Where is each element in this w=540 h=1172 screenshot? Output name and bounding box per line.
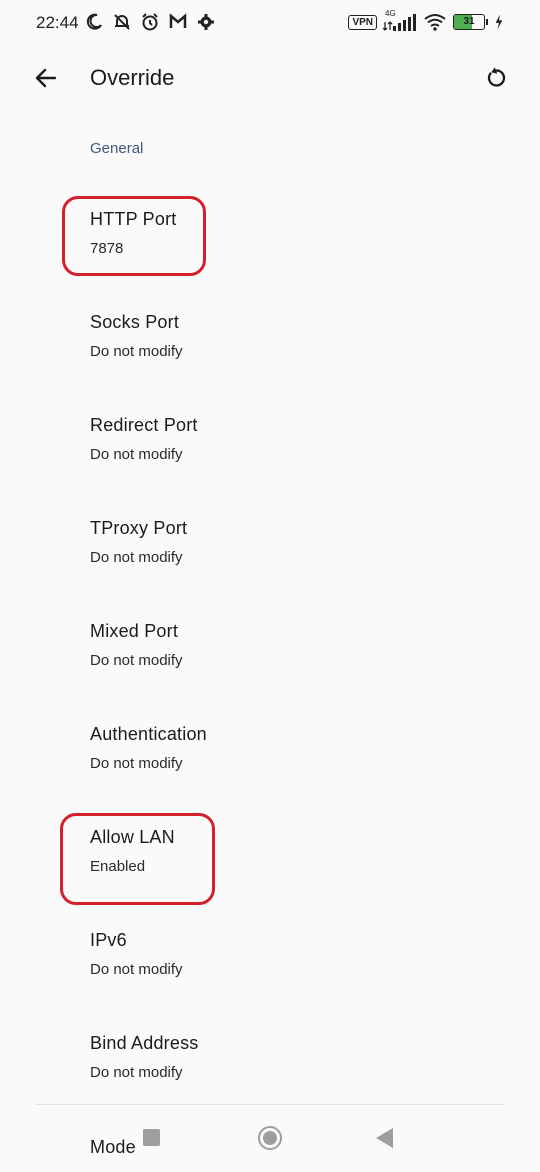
status-icons-right: VPN 4G 31 <box>348 9 504 32</box>
page-title: Override <box>90 65 175 90</box>
status-time: 22:44 <box>36 13 79 32</box>
battery-icon: 31 <box>453 14 488 30</box>
wifi-icon <box>424 14 446 31</box>
alarm-icon <box>142 13 158 31</box>
pref-authentication[interactable]: Authentication Do not modify <box>0 704 540 807</box>
pref-title: Redirect Port <box>90 415 198 435</box>
cellular-signal-icon: 4G <box>383 9 417 32</box>
status-icons-left <box>84 12 216 32</box>
pref-socks-port[interactable]: Socks Port Do not modify <box>0 292 540 395</box>
home-button[interactable] <box>258 1126 282 1150</box>
reset-icon <box>487 67 506 87</box>
moon-icon <box>86 13 102 30</box>
gmail-icon <box>169 13 187 28</box>
pref-title: Allow LAN <box>90 827 175 847</box>
back-button[interactable] <box>26 58 66 98</box>
silent-bell-icon <box>114 14 130 30</box>
pref-summary: Enabled <box>90 858 146 875</box>
pref-title: TProxy Port <box>90 518 188 538</box>
pref-ipv6[interactable]: IPv6 Do not modify <box>0 910 540 1013</box>
pref-summary: 7878 <box>90 240 124 257</box>
reset-button[interactable] <box>476 58 516 98</box>
list-divider <box>36 1104 504 1105</box>
section-header-general: General <box>90 140 144 157</box>
status-bar: 22:44 VPN 4G 31 <box>0 0 540 48</box>
pref-title: Mixed Port <box>90 621 179 641</box>
settings-gear-icon <box>198 14 214 30</box>
pref-bind-address[interactable]: Bind Address Do not modify <box>0 1013 540 1116</box>
pref-summary: Do not modify <box>90 1064 183 1081</box>
pref-tproxy-port[interactable]: TProxy Port Do not modify <box>0 498 540 601</box>
app-bar: Override <box>0 48 540 108</box>
pref-summary: Do not modify <box>90 652 183 669</box>
pref-title: HTTP Port <box>90 209 177 229</box>
pref-summary: Do not modify <box>90 343 183 360</box>
vpn-badge: VPN <box>348 14 377 30</box>
pref-title: Authentication <box>90 724 207 744</box>
pref-title: IPv6 <box>90 930 127 950</box>
pref-title: Bind Address <box>90 1033 199 1053</box>
pref-title: Mode <box>90 1137 136 1157</box>
charging-bolt-icon <box>495 14 503 30</box>
arrow-back-icon <box>35 68 57 88</box>
pref-mixed-port[interactable]: Mixed Port Do not modify <box>0 601 540 704</box>
pref-http-port[interactable]: HTTP Port 7878 <box>0 189 540 292</box>
pref-title: Socks Port <box>90 312 180 332</box>
pref-redirect-port[interactable]: Redirect Port Do not modify <box>0 395 540 498</box>
pref-summary: Do not modify <box>90 961 183 978</box>
preference-list: HTTP Port 7878 Socks Port Do not modify … <box>0 189 540 1116</box>
nav-back-button[interactable] <box>376 1128 393 1148</box>
pref-summary: Do not modify <box>90 755 183 772</box>
pref-summary: Do not modify <box>90 446 183 463</box>
battery-level: 31 <box>463 16 475 27</box>
recents-button[interactable] <box>143 1129 160 1146</box>
pref-allow-lan[interactable]: Allow LAN Enabled <box>0 807 540 910</box>
pref-summary: Do not modify <box>90 549 183 566</box>
